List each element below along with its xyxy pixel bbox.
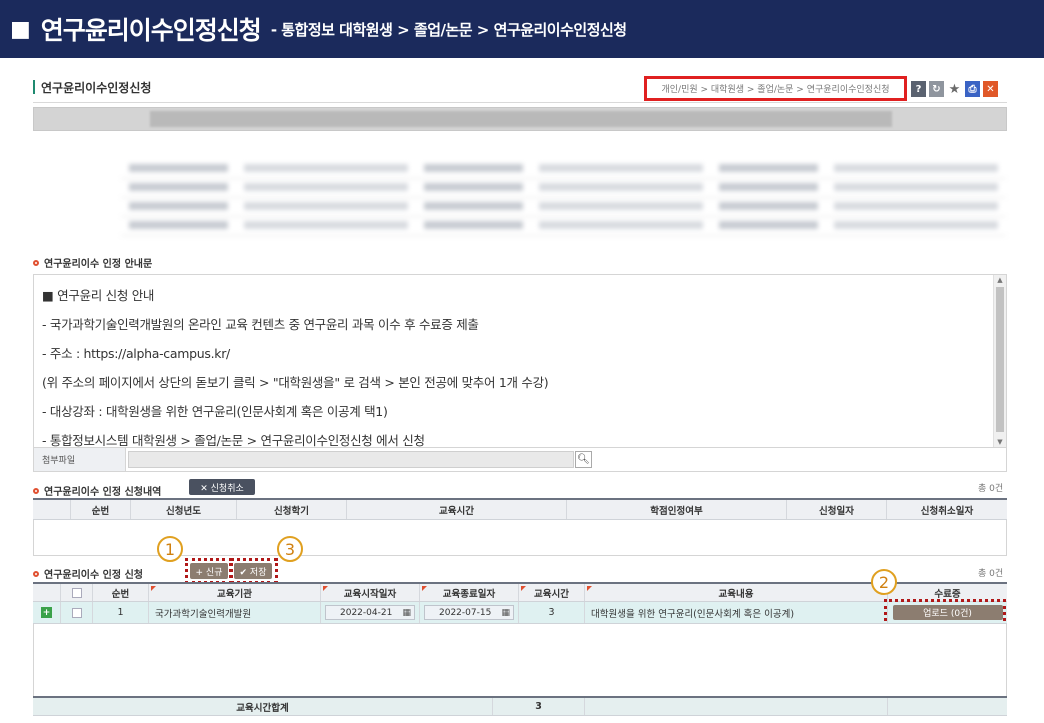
tutorial-banner: ■ 연구윤리이수인정신청 - 통합정보 대학원생 > 졸업/논문 > 연구윤리이… [0, 0, 1044, 58]
notice-section-title: 연구윤리이수 인정 안내문 [33, 255, 152, 270]
section-bullet-icon [33, 487, 39, 494]
header-spacer [33, 584, 61, 601]
required-mark [422, 586, 427, 591]
history-section-title: 연구윤리이수 인정 신청내역 [33, 483, 161, 498]
row-content[interactable]: 대학원생을 위한 연구윤리(인문사회계 혹은 이공계) [585, 602, 888, 623]
col-header: 학점인정여부 [567, 500, 787, 519]
search-icon[interactable]: 🔍︎ [575, 451, 592, 468]
col-header: 신청년도 [131, 500, 237, 519]
row-checkbox[interactable] [71, 607, 82, 618]
page-header: 연구윤리이수인정신청 개인/민원 > 대학원생 > 졸업/논문 > 연구윤리이수… [33, 73, 1007, 103]
callout-number-2: 2 [871, 569, 897, 595]
header-spacer [33, 500, 71, 519]
total-hours: 3 [493, 698, 585, 715]
start-date-input[interactable]: 2022-04-21 ▦ [325, 605, 415, 620]
favorite-star-icon[interactable]: ★ [947, 81, 962, 97]
col-header: 교육기관 [149, 584, 321, 601]
attachment-field[interactable] [128, 451, 574, 468]
notice-line: (위 주소의 페이지에서 상단의 돋보기 클릭 > "대학원생을" 로 검색 >… [42, 375, 549, 390]
page-title: 연구윤리이수인정신청 [41, 81, 152, 95]
row-institution[interactable]: 국가과학기술인력개발원 [149, 602, 321, 623]
apply-table-header: 순번 교육기관 교육시작일자 교육종료일자 교육시간 교육내용 수료증 [33, 582, 1007, 602]
col-header: 교육시간 [519, 584, 585, 601]
history-table-header: 순번 신청년도 신청학기 교육시간 학점인정여부 신청일자 신청취소일자 [33, 498, 1007, 520]
col-header: 순번 [93, 584, 149, 601]
scroll-thumb[interactable] [996, 287, 1004, 432]
required-mark [323, 586, 328, 591]
total-row: 교육시간합계 3 [33, 696, 1007, 716]
col-header: 교육시간 [347, 500, 567, 519]
callout-box-3 [230, 558, 278, 584]
section-bullet-icon [33, 259, 39, 266]
attachment-row: 첨부파일 🔍︎ [33, 448, 1007, 472]
total-label: 교육시간합계 [33, 698, 493, 715]
apply-table-body [33, 624, 1007, 696]
col-header: 교육종료일자 [420, 584, 519, 601]
row-select-cell [61, 602, 93, 623]
apply-section-title: 연구윤리이수 인정 신청 [33, 566, 143, 581]
callout-number-1: 1 [157, 536, 183, 562]
refresh-icon[interactable]: ↻ [929, 81, 944, 97]
notice-text: ■ 연구윤리 신청 안내 - 국가과학기술인력개발원의 온라인 교육 컨텐츠 중… [42, 281, 549, 448]
callout-box-2 [884, 599, 1006, 627]
search-condition-bar [33, 107, 1007, 131]
notice-line: - 주소 : https://alpha-campus.kr/ [42, 346, 230, 361]
scroll-up-icon[interactable]: ▲ [994, 275, 1006, 285]
section-bullet-icon [33, 570, 39, 577]
square-bullet-icon: ■ [10, 16, 31, 42]
print-icon[interactable]: ⎙ [965, 81, 980, 97]
app-frame: 연구윤리이수인정신청 개인/민원 > 대학원생 > 졸업/논문 > 연구윤리이수… [33, 68, 1007, 720]
breadcrumb: 개인/민원 > 대학원생 > 졸업/논문 > 연구윤리이수인정신청 [644, 76, 907, 101]
title-accent-bar [33, 80, 35, 94]
col-header: 신청일자 [787, 500, 887, 519]
col-header: 교육내용 [585, 584, 888, 601]
banner-title: 연구윤리이수인정신청 [40, 16, 262, 45]
cancel-application-button[interactable]: ✕ 신청취소 [189, 479, 255, 495]
attachment-label: 첨부파일 [34, 448, 126, 471]
scroll-down-icon[interactable]: ▼ [994, 437, 1006, 447]
callout-box-1 [185, 558, 232, 584]
select-all-checkbox[interactable] [71, 587, 82, 598]
close-icon[interactable]: ✕ [983, 81, 998, 97]
total-spacer [888, 698, 1007, 715]
col-header: 교육시작일자 [321, 584, 420, 601]
history-count: 총 0건 [978, 484, 1004, 494]
notice-box: ■ 연구윤리 신청 안내 - 국가과학기술인력개발원의 온라인 교육 컨텐츠 중… [33, 274, 1007, 448]
end-date-cell: 2022-07-15 ▦ [420, 602, 519, 623]
banner-subtitle: - 통합정보 대학원생 > 졸업/논문 > 연구윤리이수인정신청 [270, 20, 627, 39]
required-mark [151, 586, 156, 591]
select-all-cell [61, 584, 93, 601]
col-header: 신청취소일자 [920, 505, 974, 517]
table-row[interactable]: + 1 국가과학기술인력개발원 2022-04-21 ▦ 2022-07-15 ▦ … [33, 602, 1007, 624]
notice-line: - 국가과학기술인력개발원의 온라인 교육 컨텐츠 중 연구윤리 과목 이수 후… [42, 317, 479, 332]
notice-line: ■ 연구윤리 신청 안내 [42, 288, 155, 303]
row-no: 1 [93, 602, 149, 623]
calendar-icon[interactable]: ▦ [402, 608, 411, 618]
end-date-input[interactable]: 2022-07-15 ▦ [424, 605, 514, 620]
row-expand-cell: + [33, 602, 61, 623]
blurred-student-info [121, 160, 1006, 238]
required-mark [587, 586, 592, 591]
col-header: 순번 [71, 500, 131, 519]
row-hours[interactable]: 3 [519, 602, 585, 623]
required-mark [521, 586, 526, 591]
callout-number-3: 3 [277, 536, 303, 562]
add-row-icon[interactable]: + [41, 607, 52, 618]
notice-scrollbar[interactable]: ▲ ▼ [993, 275, 1006, 447]
header-toolbar: ? ↻ ★ ⎙ ✕ [911, 81, 998, 97]
start-date-cell: 2022-04-21 ▦ [321, 602, 420, 623]
apply-count: 총 0건 [978, 569, 1004, 579]
calendar-icon[interactable]: ▦ [501, 608, 510, 618]
total-spacer [585, 698, 888, 715]
col-header: 신청학기 [237, 500, 347, 519]
help-icon[interactable]: ? [911, 81, 926, 97]
notice-line: - 통합정보시스템 대학원생 > 졸업/논문 > 연구윤리이수인정신청 에서 신… [42, 433, 425, 448]
notice-line: - 대상강좌 : 대학원생을 위한 연구윤리(인문사회계 혹은 이공계 택1) [42, 404, 388, 419]
blurred-search-field [150, 111, 892, 127]
